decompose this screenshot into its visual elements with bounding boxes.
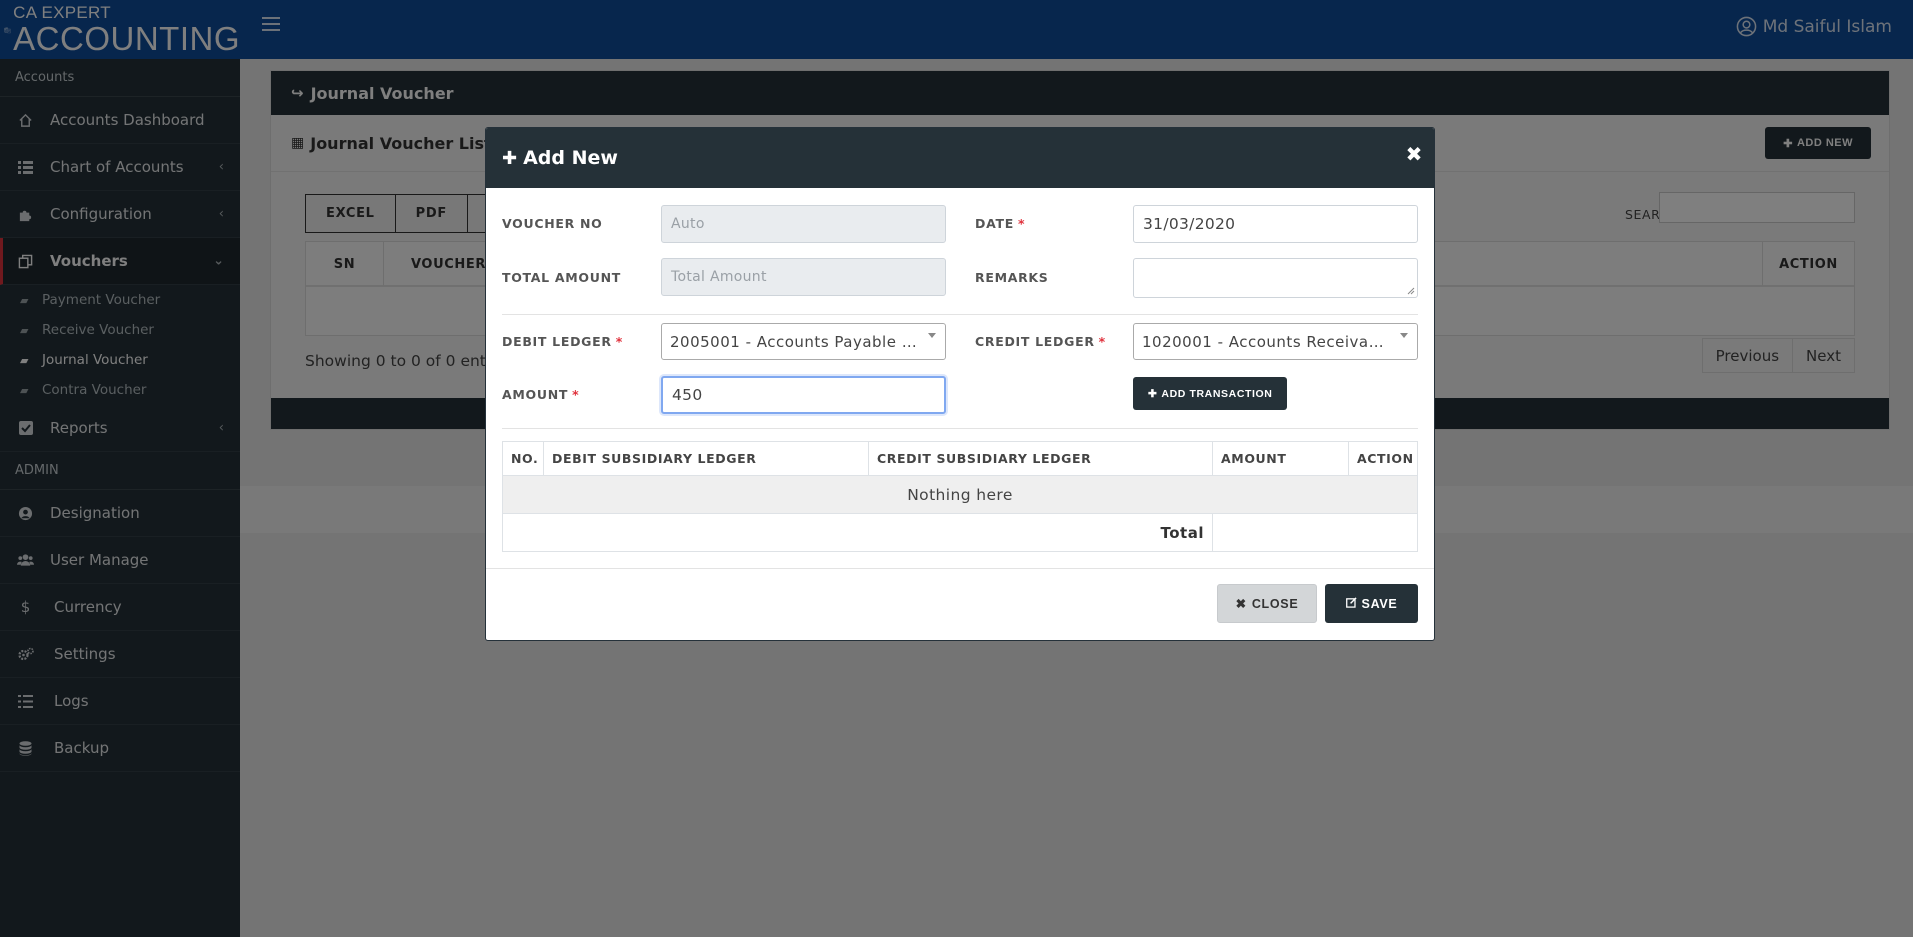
dropdown-arrow-icon (1400, 333, 1408, 338)
total-value (1212, 513, 1418, 552)
modal-footer-divider (486, 568, 1434, 569)
column-header-credit-subsidiary: CREDIT SUBSIDIARY LEDGER (868, 441, 1213, 476)
date-label-text: DATE (975, 216, 1014, 231)
date-input[interactable]: 31/03/2020 (1133, 205, 1418, 243)
add-transaction-label: ADD TRANSACTION (1161, 387, 1273, 400)
column-header-amount: AMOUNT (1212, 441, 1349, 476)
debit-ledger-label: DEBIT LEDGER * (502, 334, 623, 349)
column-header-no: NO. (502, 441, 544, 476)
credit-ledger-label: CREDIT LEDGER * (975, 334, 1106, 349)
modal-header: ✚ Add New (486, 128, 1434, 188)
divider (502, 428, 1418, 429)
divider (502, 314, 1418, 315)
debit-ledger-value: 2005001 - Accounts Payable (Trade) (670, 332, 919, 351)
amount-label-text: AMOUNT (502, 387, 569, 402)
column-header-action: ACTION (1348, 441, 1418, 476)
plus-icon: ✚ (502, 147, 518, 169)
resize-handle-icon[interactable] (1407, 287, 1415, 295)
total-amount-label: TOTAL AMOUNT (502, 270, 621, 285)
close-icon[interactable]: ✖ (1402, 142, 1426, 166)
remarks-label: REMARKS (975, 270, 1049, 285)
plus-icon: ✚ (1148, 387, 1158, 400)
amount-input[interactable]: 450 (661, 376, 946, 414)
save-button[interactable]: SAVE (1325, 584, 1418, 623)
credit-ledger-select[interactable]: 1020001 - Accounts Receivable (Trade) (1133, 323, 1418, 360)
edit-icon (1345, 596, 1357, 611)
voucher-no-label: VOUCHER NO (502, 216, 603, 231)
times-icon: ✖ (1235, 597, 1247, 611)
transactions-table: NO. DEBIT SUBSIDIARY LEDGER CREDIT SUBSI… (502, 441, 1418, 552)
add-transaction-button[interactable]: ✚ ADD TRANSACTION (1133, 377, 1288, 410)
required-marker: * (572, 387, 580, 402)
column-header-debit-subsidiary: DEBIT SUBSIDIARY LEDGER (543, 441, 869, 476)
credit-ledger-value: 1020001 - Accounts Receivable (Trade) (1142, 332, 1391, 351)
close-label: CLOSE (1251, 596, 1299, 611)
required-marker: * (1098, 334, 1106, 349)
close-button[interactable]: ✖ CLOSE (1217, 584, 1317, 623)
required-marker: * (1017, 216, 1026, 231)
dropdown-arrow-icon (928, 333, 936, 338)
empty-message: Nothing here (502, 475, 1418, 514)
date-label: DATE * (975, 216, 1025, 231)
amount-label: AMOUNT * (502, 387, 579, 402)
debit-ledger-select[interactable]: 2005001 - Accounts Payable (Trade) (661, 323, 946, 360)
table-row-total: Total (502, 513, 1418, 552)
debit-ledger-label-text: DEBIT LEDGER (502, 334, 612, 349)
total-label: Total (502, 513, 1213, 552)
required-marker: * (615, 334, 623, 349)
modal-title: Add New (523, 147, 618, 169)
total-amount-input[interactable]: Total Amount (661, 258, 946, 296)
remarks-textarea[interactable] (1133, 258, 1418, 298)
table-row-empty: Nothing here (502, 475, 1418, 514)
save-label: SAVE (1361, 596, 1398, 611)
add-new-modal: ✚ Add New ✖ VOUCHER NO Auto DATE * 31/03/… (485, 127, 1435, 641)
voucher-no-input[interactable]: Auto (661, 205, 946, 243)
credit-ledger-label-text: CREDIT LEDGER (975, 334, 1095, 349)
